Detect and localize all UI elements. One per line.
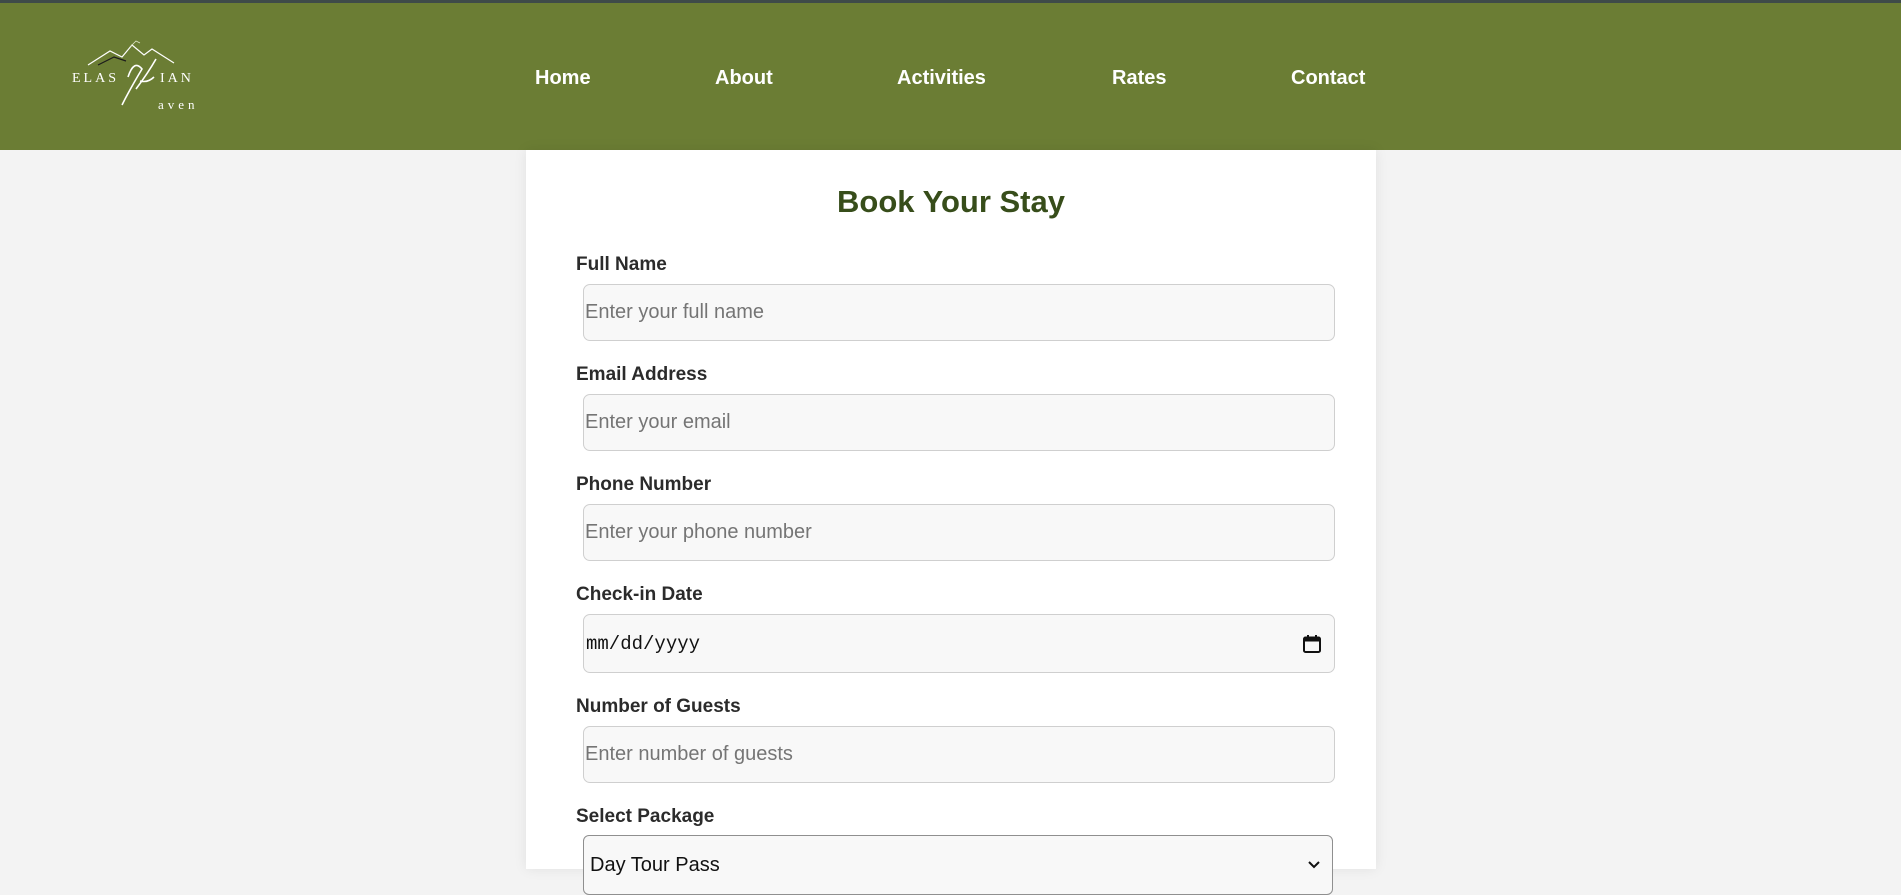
package-label: Select Package <box>576 806 715 827</box>
phone-label: Phone Number <box>576 474 712 495</box>
chevron-down-icon <box>1306 856 1322 872</box>
guests-input[interactable] <box>583 726 1335 783</box>
nav-about[interactable]: About <box>715 67 773 90</box>
full-name-label: Full Name <box>576 254 667 275</box>
site-header: ELAS IAN aven Home About Activities Rate… <box>0 0 1901 150</box>
booking-form-card: Book Your Stay Full Name Email Address P… <box>526 150 1376 895</box>
email-label: Email Address <box>576 364 708 385</box>
nav-contact[interactable]: Contact <box>1291 67 1365 90</box>
nav-rates[interactable]: Rates <box>1112 67 1166 90</box>
calendar-icon[interactable] <box>1302 634 1322 654</box>
nav-activities[interactable]: Activities <box>897 67 986 90</box>
main-nav: Home About Activities Rates Contact <box>0 3 1901 153</box>
package-selected-value: Day Tour Pass <box>590 854 720 876</box>
package-select[interactable]: Day Tour Pass <box>583 835 1333 895</box>
form-title: Book Your Stay <box>837 184 1065 219</box>
checkin-date-placeholder: mm/dd/yyyy <box>586 633 701 655</box>
nav-home[interactable]: Home <box>535 67 591 90</box>
checkin-label: Check-in Date <box>576 584 703 605</box>
full-name-input[interactable] <box>583 284 1335 341</box>
email-input[interactable] <box>583 394 1335 451</box>
guests-label: Number of Guests <box>576 696 741 717</box>
checkin-date-input[interactable]: mm/dd/yyyy <box>583 614 1335 673</box>
phone-input[interactable] <box>583 504 1335 561</box>
